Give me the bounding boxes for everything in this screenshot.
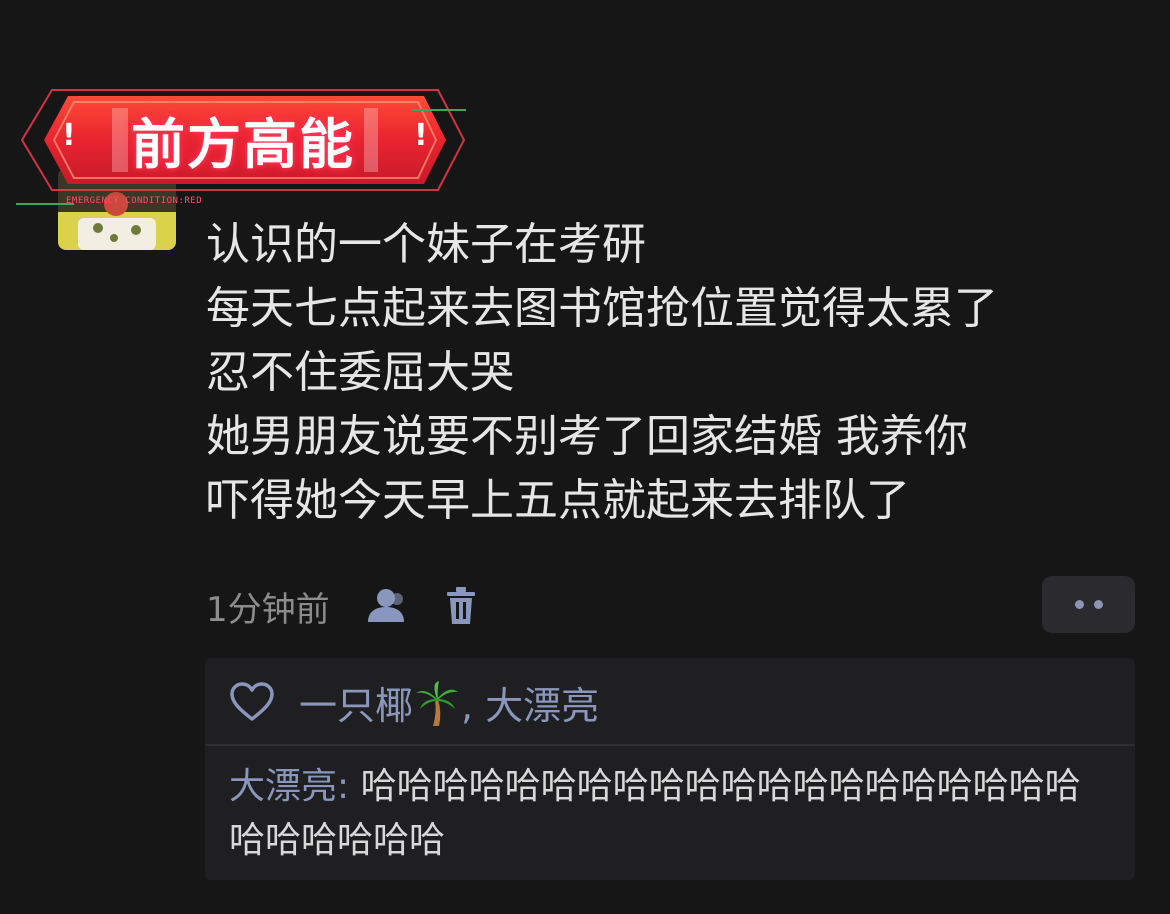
post-line: 忍不住委屈大哭	[206, 347, 514, 398]
heart-outline-icon[interactable]	[229, 682, 275, 722]
post-line: 认识的一个妹子在考研	[206, 219, 646, 270]
person-icon[interactable]	[364, 586, 410, 626]
more-dot	[1074, 600, 1084, 609]
moments-post-screen: ! ! 前方高能 EMERGENCY CONDITION:RED 认识的一个妹子…	[0, 0, 1170, 914]
liker-name[interactable]: , 大漂亮	[461, 684, 599, 728]
banner-subtitle: EMERGENCY CONDITION:RED	[66, 196, 203, 206]
comment-author[interactable]: 大漂亮	[229, 766, 337, 807]
comment-separator: :	[337, 766, 361, 807]
post-line: 她男朋友说要不别考了回家结婚 我养你	[206, 411, 968, 462]
more-dot	[1093, 600, 1103, 609]
reactions-panel: 一只椰 , 大漂亮 大漂亮: 哈哈哈哈哈哈哈哈哈哈哈哈哈哈哈哈哈哈哈哈哈哈哈哈哈…	[205, 658, 1135, 880]
post-line: 吓得她今天早上五点就起来去排队了	[206, 475, 910, 526]
liker-name[interactable]: 一只椰	[299, 684, 413, 728]
more-button[interactable]	[1042, 576, 1135, 633]
banner-title: 前方高能	[131, 113, 355, 176]
divider	[205, 744, 1135, 746]
post-text: 认识的一个妹子在考研 每天七点起来去图书馆抢位置觉得太累了 忍不住委屈大哭 她男…	[206, 213, 1136, 533]
banner-right-mark: !	[414, 118, 428, 153]
trash-icon[interactable]	[444, 586, 478, 626]
likes-row: 一只椰 , 大漂亮	[229, 674, 599, 730]
post-line: 每天七点起来去图书馆抢位置觉得太累了	[206, 283, 998, 334]
post-time: 1分钟前	[206, 589, 330, 630]
banner-left-mark: !	[62, 118, 76, 153]
likers-list: 一只椰 , 大漂亮	[299, 675, 599, 730]
comment: 大漂亮: 哈哈哈哈哈哈哈哈哈哈哈哈哈哈哈哈哈哈哈哈哈哈哈哈哈哈	[229, 760, 1109, 868]
palm-tree-emoji	[415, 680, 459, 727]
post-meta: 1分钟前	[206, 582, 478, 630]
